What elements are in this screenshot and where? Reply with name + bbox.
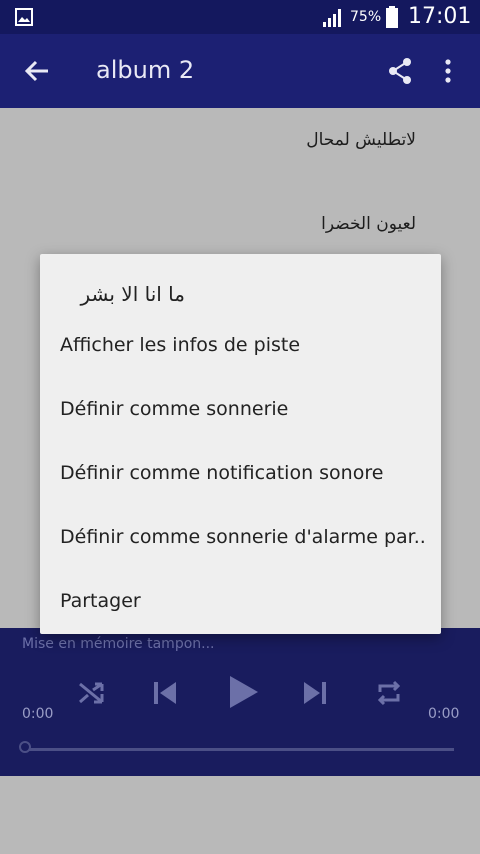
shuffle-icon[interactable] bbox=[74, 676, 108, 710]
time-total: 0:00 bbox=[428, 706, 460, 722]
battery-icon bbox=[386, 6, 398, 28]
menu-item-set-notification[interactable]: Définir comme notification sonore bbox=[60, 462, 383, 484]
menu-item-share[interactable]: Partager bbox=[60, 590, 141, 612]
skip-previous-icon[interactable] bbox=[148, 676, 182, 710]
time-elapsed: 0:00 bbox=[22, 706, 54, 722]
signal-icon bbox=[323, 9, 341, 27]
buffer-status: Mise en mémoire tampon... bbox=[22, 636, 215, 652]
status-bar: 75% 17:01 bbox=[0, 0, 480, 34]
seek-bar[interactable] bbox=[26, 748, 454, 751]
page-title: album 2 bbox=[96, 56, 195, 84]
menu-item-track-info[interactable]: Afficher les infos de piste bbox=[60, 334, 300, 356]
seek-thumb[interactable] bbox=[19, 741, 31, 753]
gallery-icon bbox=[15, 8, 33, 26]
battery-percent: 75% bbox=[350, 9, 382, 25]
share-icon[interactable] bbox=[385, 56, 415, 86]
more-vert-icon[interactable] bbox=[436, 56, 460, 86]
menu-item-set-ringtone[interactable]: Définir comme sonnerie bbox=[60, 398, 288, 420]
dialog-title: ما انا الا بشر bbox=[80, 282, 185, 306]
list-item[interactable]: لاتطليش لمحال bbox=[306, 130, 416, 150]
play-icon[interactable] bbox=[222, 672, 262, 712]
list-item[interactable]: لعيون الخضرا bbox=[321, 214, 416, 234]
skip-next-icon[interactable] bbox=[298, 676, 332, 710]
player-panel: Mise en mémoire tampon... 0:00 0:00 bbox=[0, 628, 480, 776]
context-menu-dialog: ما انا الا بشر Afficher les infos de pis… bbox=[40, 254, 441, 634]
app-bar: album 2 bbox=[0, 34, 480, 108]
clock: 17:01 bbox=[408, 4, 472, 29]
repeat-icon[interactable] bbox=[372, 676, 406, 710]
arrow-back-icon[interactable] bbox=[22, 56, 52, 86]
menu-item-set-alarm[interactable]: Définir comme sonnerie d'alarme par.. bbox=[60, 526, 426, 548]
